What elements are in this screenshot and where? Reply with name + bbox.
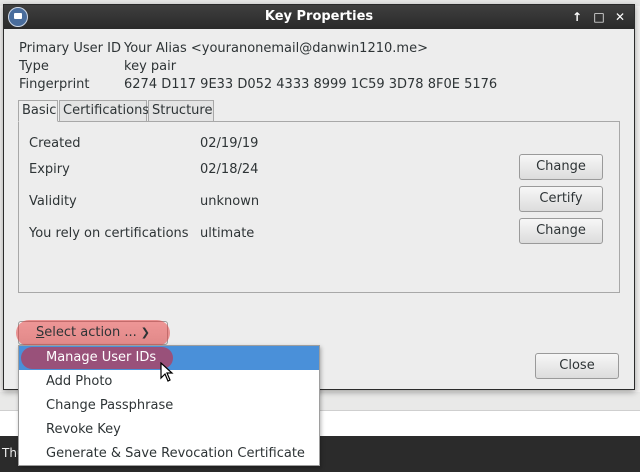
expiry-value: 02/18/24: [200, 162, 259, 177]
tab-basic[interactable]: Basic: [18, 100, 58, 122]
certify-button[interactable]: Certify: [519, 186, 603, 212]
fingerprint-label: Fingerprint: [19, 77, 90, 92]
menu-item-revoke-key[interactable]: Revoke Key: [19, 418, 319, 442]
basic-panel: Created 02/19/19 Expiry 02/18/24 Change …: [18, 121, 620, 293]
primary-user-id-value: Your Alias <youranonemail@danwin1210.me>: [124, 41, 428, 56]
mouse-cursor-icon: [160, 362, 174, 382]
close-icon[interactable]: ✕: [611, 8, 629, 26]
rely-on-certifications-label: You rely on certifications: [29, 226, 189, 241]
maximize-icon[interactable]: □: [590, 8, 608, 26]
menu-item-label: Change Passphrase: [46, 398, 174, 413]
tab-structure[interactable]: Structure: [148, 100, 214, 122]
menu-item-label: Add Photo: [46, 374, 113, 389]
fingerprint-value: 6274 D117 9E33 D052 4333 8999 1C59 3D78 …: [124, 77, 498, 92]
created-value: 02/19/19: [200, 136, 259, 151]
tab-certifications[interactable]: Certifications: [59, 100, 149, 122]
menu-item-label: Revoke Key: [46, 422, 121, 437]
key-properties-dialog: Key Properties ↑ □ ✕ Primary User ID You…: [3, 4, 635, 390]
created-label: Created: [29, 136, 81, 151]
menu-item-label: Generate & Save Revocation Certificate: [46, 446, 305, 461]
close-button[interactable]: Close: [535, 353, 619, 379]
type-value: key pair: [124, 59, 177, 74]
validity-value: unknown: [200, 194, 260, 209]
type-label: Type: [19, 59, 49, 74]
rely-on-certifications-value: ultimate: [200, 226, 255, 241]
menu-item-label: Manage User IDs: [46, 350, 157, 365]
menu-item-generate-revocation-certificate[interactable]: Generate & Save Revocation Certificate: [19, 442, 319, 466]
change-expiry-button[interactable]: Change: [519, 154, 603, 180]
primary-user-id-label: Primary User ID: [19, 41, 121, 56]
chevron-down-icon: ❯: [140, 326, 150, 339]
title-bar[interactable]: Key Properties ↑ □ ✕: [4, 5, 634, 29]
menu-item-change-passphrase[interactable]: Change Passphrase: [19, 394, 319, 418]
select-action-label: Select action ...: [35, 325, 137, 340]
expiry-label: Expiry: [29, 162, 70, 177]
window-title: Key Properties: [264, 9, 374, 24]
keep-above-icon[interactable]: ↑: [568, 8, 586, 26]
change-trust-button[interactable]: Change: [519, 218, 603, 244]
validity-label: Validity: [29, 194, 77, 209]
select-action-button[interactable]: Select action ... ❯: [16, 320, 170, 346]
